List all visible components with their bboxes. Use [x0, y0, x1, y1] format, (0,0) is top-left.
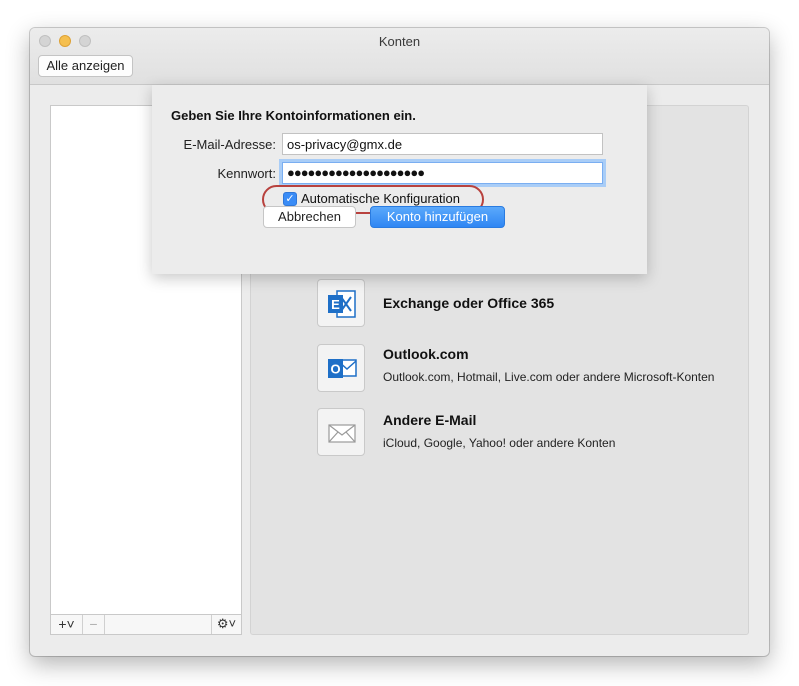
- outlook-icon[interactable]: O: [317, 344, 365, 392]
- accounts-window: Konten Alle anzeigen +˅ − ⚙˅ E Exchange …: [30, 28, 769, 656]
- gear-icon[interactable]: ⚙˅: [211, 615, 241, 634]
- other-email-subtitle: iCloud, Google, Yahoo! oder andere Konte…: [383, 436, 616, 450]
- svg-text:O: O: [330, 362, 340, 377]
- add-account-submit-button[interactable]: Konto hinzufügen: [370, 206, 505, 228]
- other-email-title[interactable]: Andere E-Mail: [383, 412, 476, 428]
- title-bar: Konten Alle anzeigen: [30, 28, 769, 85]
- email-field[interactable]: os-privacy@gmx.de: [282, 133, 603, 155]
- outlook-subtitle: Outlook.com, Hotmail, Live.com oder ande…: [383, 370, 715, 384]
- add-account-button[interactable]: +˅: [51, 615, 83, 634]
- email-label: E-Mail-Adresse:: [183, 137, 276, 152]
- outlook-title[interactable]: Outlook.com: [383, 346, 469, 362]
- window-title: Konten: [378, 34, 421, 49]
- sheet-heading: Geben Sie Ihre Kontoinformationen ein.: [171, 108, 416, 123]
- auto-config-label[interactable]: Automatische Konfiguration: [301, 191, 460, 206]
- svg-text:E: E: [331, 297, 340, 312]
- cancel-button[interactable]: Abbrechen: [263, 206, 356, 228]
- password-label: Kennwort:: [217, 166, 276, 181]
- envelope-icon[interactable]: [317, 408, 365, 456]
- remove-account-button[interactable]: −: [83, 615, 105, 634]
- auto-config-checkbox[interactable]: ✓: [283, 192, 297, 206]
- exchange-title[interactable]: Exchange oder Office 365: [383, 295, 554, 311]
- password-field[interactable]: ●●●●●●●●●●●●●●●●●●●●: [282, 162, 603, 184]
- sidebar-toolbar: +˅ − ⚙˅: [51, 614, 241, 634]
- account-info-sheet: Geben Sie Ihre Kontoinformationen ein. E…: [152, 85, 647, 274]
- exchange-icon[interactable]: E: [317, 279, 365, 327]
- show-all-button[interactable]: Alle anzeigen: [38, 55, 133, 77]
